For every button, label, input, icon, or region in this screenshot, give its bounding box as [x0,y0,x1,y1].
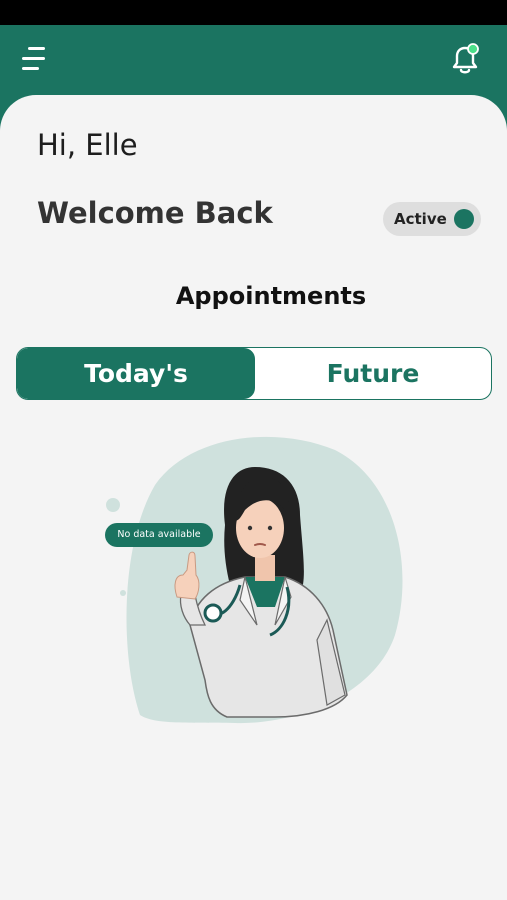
doctor-illustration [106,436,403,724]
section-title: Appointments [175,282,367,310]
active-status-toggle[interactable]: Active [383,202,481,236]
no-data-bubble: No data available [105,523,213,547]
welcome-title: Welcome Back [37,196,273,230]
status-bar [0,0,507,25]
tab-today[interactable]: Today's [17,348,255,399]
menu-icon[interactable] [18,44,50,76]
notification-bell-icon[interactable] [448,42,482,78]
toggle-knob [454,209,474,229]
appointment-tabs: Today's Future [16,347,492,400]
toggle-label: Active [394,210,447,228]
tab-future[interactable]: Future [255,348,491,399]
greeting-text: Hi, Elle [37,128,138,162]
